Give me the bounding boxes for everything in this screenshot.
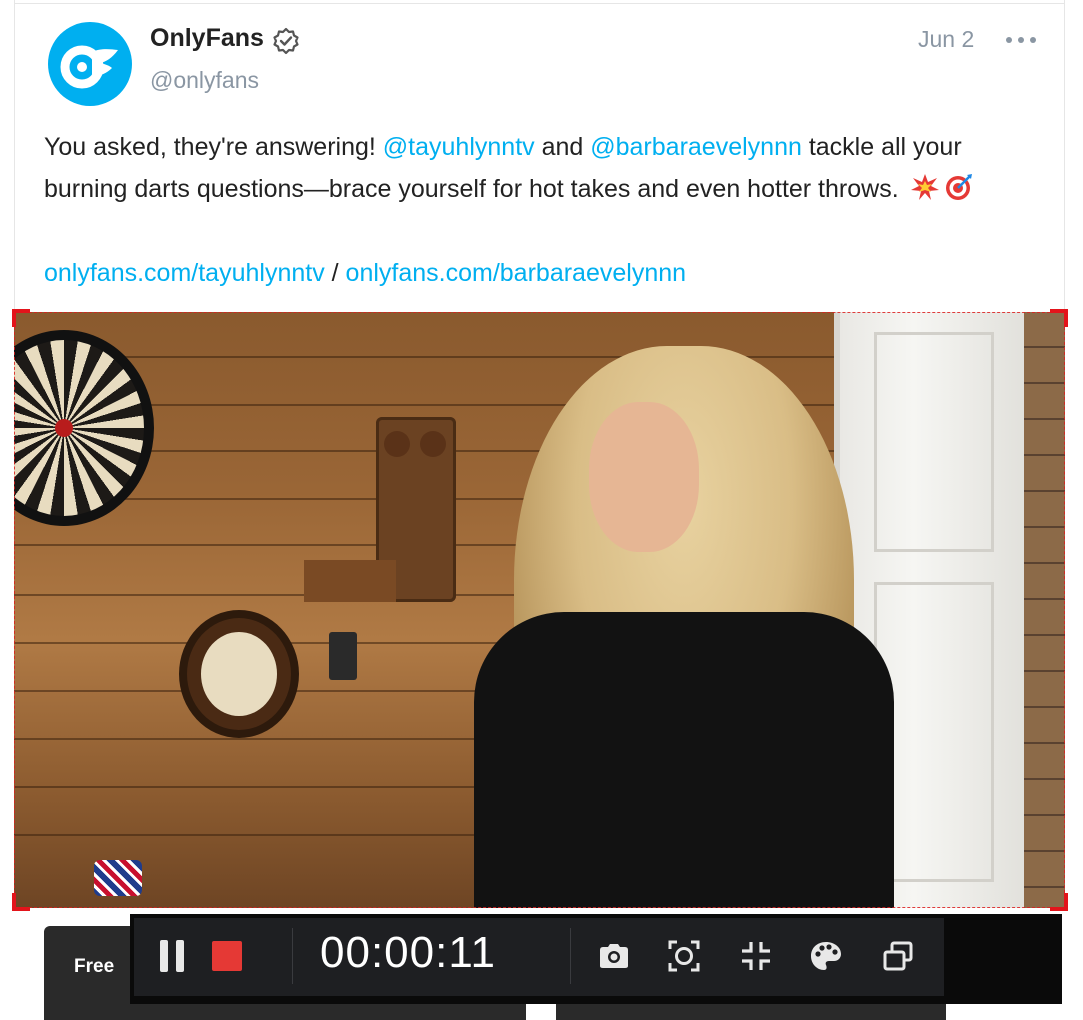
capture-corner[interactable] [12, 309, 30, 327]
window-switch-icon[interactable] [880, 938, 916, 974]
post-date[interactable]: Jun 2 [918, 26, 974, 53]
video-player[interactable] [14, 312, 1065, 908]
more-options-icon[interactable] [1004, 28, 1038, 52]
capture-corner[interactable] [1050, 893, 1068, 911]
capture-corner[interactable] [1050, 309, 1068, 327]
profile-link[interactable]: onlyfans.com/barbaraevelynnn [346, 259, 686, 287]
post-text-part: and [534, 133, 591, 161]
wall-edge [1024, 312, 1065, 908]
light-switch [329, 632, 357, 680]
bullseye-emoji-icon [945, 174, 972, 200]
pause-icon[interactable] [158, 940, 186, 972]
link-separator: / [324, 259, 346, 287]
dartboard [14, 330, 154, 526]
person-body [474, 612, 894, 908]
card-border-top [14, 3, 1065, 4]
author-handle[interactable]: @onlyfans [150, 67, 259, 94]
focus-capture-icon[interactable] [666, 938, 702, 974]
dorchester-sign [179, 610, 299, 738]
door-panel [874, 332, 994, 552]
post-text: You asked, they're answering! @tayuhlynn… [44, 126, 1044, 210]
capture-corner[interactable] [12, 893, 30, 911]
person-face [589, 402, 699, 552]
author-name[interactable]: OnlyFans [150, 24, 264, 53]
post-text-part: You asked, they're answering! [44, 133, 383, 161]
post-links: onlyfans.com/tayuhlynntv / onlyfans.com/… [44, 252, 686, 294]
toolbar-divider [292, 928, 293, 984]
post-card: OnlyFans @onlyfans Jun 2 You asked, they… [0, 0, 1083, 1020]
camera-icon[interactable] [596, 938, 632, 974]
shrink-icon[interactable] [738, 938, 774, 974]
recording-timer: 00:00:11 [320, 928, 497, 977]
onlyfans-logo-icon [60, 45, 118, 89]
mention-link[interactable]: @tayuhlynntv [383, 133, 535, 161]
stop-icon[interactable] [212, 941, 242, 971]
avatar[interactable] [48, 22, 132, 106]
collision-emoji-icon [910, 174, 939, 200]
card-border-right [1064, 0, 1065, 312]
card-border-left [14, 0, 15, 312]
wall-shelf [304, 560, 396, 602]
toolbar-divider [570, 928, 571, 984]
free-badge: Free [74, 956, 115, 977]
verified-badge-icon [273, 27, 299, 55]
profile-link[interactable]: onlyfans.com/tayuhlynntv [44, 259, 325, 287]
darts-flag [94, 860, 142, 896]
palette-icon[interactable] [808, 938, 844, 974]
mention-link[interactable]: @barbaraevelynnn [590, 133, 802, 161]
